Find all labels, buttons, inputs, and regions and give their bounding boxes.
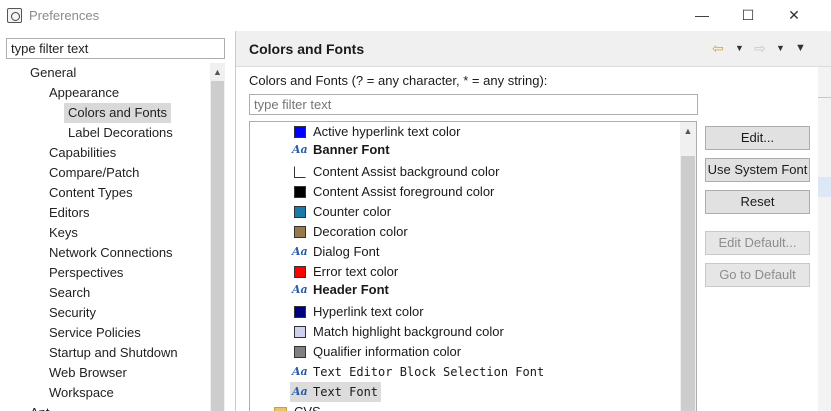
- forward-history-dropdown-icon[interactable]: ▼: [776, 40, 785, 56]
- colors-fonts-filter-input[interactable]: [249, 94, 698, 115]
- color-swatch-icon: [294, 126, 306, 138]
- list-item-label: CVS: [294, 402, 321, 411]
- use-system-font-button[interactable]: Use System Font: [705, 158, 810, 182]
- font-icon: Aa: [292, 245, 308, 258]
- list-item-label: Active hyperlink text color: [313, 124, 461, 139]
- list-item[interactable]: Error text color: [250, 262, 680, 282]
- edit-default-button[interactable]: Edit Default...: [705, 231, 810, 255]
- background-window-edge: [818, 67, 831, 411]
- tree-item-general[interactable]: General: [30, 63, 76, 83]
- page-header: Colors and Fonts ⇦ ▼ ⇨ ▼ ▼: [236, 31, 831, 67]
- go-to-default-button[interactable]: Go to Default: [705, 263, 810, 287]
- back-history-dropdown-icon[interactable]: ▼: [735, 40, 744, 56]
- list-item-label: Counter color: [313, 204, 392, 219]
- color-swatch-icon: [294, 326, 306, 338]
- color-swatch-icon: [294, 226, 306, 238]
- tree-item-security[interactable]: Security: [49, 303, 96, 323]
- list-item[interactable]: Aa Banner Font: [250, 140, 680, 160]
- list-scrollbar[interactable]: ▲: [680, 122, 696, 411]
- color-swatch-icon: [294, 346, 306, 358]
- list-item-label: Content Assist background color: [313, 164, 500, 179]
- sidebar-scroll-thumb[interactable]: [211, 81, 224, 411]
- list-item-label: Match highlight background color: [313, 324, 504, 339]
- font-icon: Aa: [292, 143, 308, 156]
- list-item-label: Decoration color: [313, 224, 408, 239]
- tree-item-label-decorations[interactable]: Label Decorations: [68, 123, 173, 143]
- list-item[interactable]: Aa Dialog Font: [250, 242, 680, 262]
- list-item-label: Qualifier information color: [313, 344, 462, 359]
- sidebar-scrollbar[interactable]: ▲: [210, 63, 225, 411]
- scroll-up-arrow-icon[interactable]: ▲: [680, 124, 696, 138]
- color-swatch-icon: [294, 306, 306, 318]
- window-title: Preferences: [29, 8, 100, 23]
- list-item[interactable]: Aa Header Font: [250, 280, 680, 300]
- list-item-label: Hyperlink text color: [313, 304, 424, 319]
- list-item[interactable]: CVS: [250, 402, 680, 411]
- page-title: Colors and Fonts: [249, 41, 365, 57]
- list-item[interactable]: Counter color: [250, 202, 680, 222]
- sidebar-filter-input[interactable]: type filter text: [6, 38, 225, 59]
- reset-button[interactable]: Reset: [705, 190, 810, 214]
- list-item[interactable]: Aa Text Editor Block Selection Font: [250, 362, 680, 382]
- list-item[interactable]: Decoration color: [250, 222, 680, 242]
- tree-item-perspectives[interactable]: Perspectives: [49, 263, 123, 283]
- tree-item-network-connections[interactable]: Network Connections: [49, 243, 173, 263]
- colors-fonts-tree: Active hyperlink text color Aa Banner Fo…: [249, 121, 697, 411]
- forward-arrow-icon[interactable]: ⇨: [754, 40, 766, 56]
- tree-item-startup-and-shutdown[interactable]: Startup and Shutdown: [49, 343, 178, 363]
- tree-item-compare-patch[interactable]: Compare/Patch: [49, 163, 139, 183]
- list-item-label: Banner Font: [313, 142, 390, 157]
- preference-tree: General Appearance Colors and Fonts Labe…: [0, 63, 210, 411]
- tree-item-content-types[interactable]: Content Types: [49, 183, 133, 203]
- color-swatch-icon: [294, 186, 306, 198]
- list-item-label: Content Assist foreground color: [313, 184, 495, 199]
- close-button[interactable]: ✕: [779, 4, 809, 26]
- font-icon: Aa: [292, 385, 308, 398]
- title-bar: Preferences — ☐ ✕: [0, 0, 831, 31]
- font-icon: Aa: [292, 283, 308, 296]
- edge-line: [818, 97, 831, 98]
- eclipse-app-icon: [7, 8, 22, 23]
- list-item[interactable]: Qualifier information color: [250, 342, 680, 362]
- list-item-label: Error text color: [313, 264, 399, 279]
- tree-item-web-browser[interactable]: Web Browser: [49, 363, 127, 383]
- filter-description: Colors and Fonts (? = any character, * =…: [249, 73, 548, 88]
- tree-item-search[interactable]: Search: [49, 283, 90, 303]
- color-swatch-icon: [294, 166, 306, 178]
- maximize-button[interactable]: ☐: [733, 4, 763, 26]
- view-menu-dropdown-icon[interactable]: ▼: [795, 40, 806, 56]
- tree-item-service-policies[interactable]: Service Policies: [49, 323, 141, 343]
- list-item[interactable]: Hyperlink text color: [250, 302, 680, 322]
- color-swatch-icon: [294, 206, 306, 218]
- preferences-window: Preferences — ☐ ✕ type filter text Gener…: [0, 0, 831, 411]
- back-arrow-icon[interactable]: ⇦: [712, 40, 724, 56]
- tree-item-workspace[interactable]: Workspace: [49, 383, 114, 403]
- edit-button[interactable]: Edit...: [705, 126, 810, 150]
- list-item[interactable]: Content Assist foreground color: [250, 182, 680, 202]
- list-item-label: Dialog Font: [313, 244, 380, 259]
- tree-item-appearance[interactable]: Appearance: [49, 83, 119, 103]
- tree-item-keys[interactable]: Keys: [49, 223, 78, 243]
- font-icon: Aa: [292, 365, 308, 378]
- list-item-label: Header Font: [313, 282, 389, 297]
- color-swatch-icon: [294, 266, 306, 278]
- panel-divider: [235, 31, 236, 411]
- list-item[interactable]: Match highlight background color: [250, 322, 680, 342]
- list-item-selected[interactable]: Aa Text Font: [250, 382, 680, 402]
- list-scroll-thumb[interactable]: [681, 156, 695, 411]
- scroll-up-arrow-icon[interactable]: ▲: [210, 65, 225, 79]
- tree-item-ant[interactable]: Ant: [30, 403, 50, 411]
- list-item-label: Text Editor Block Selection Font: [313, 365, 545, 379]
- tree-item-capabilities[interactable]: Capabilities: [49, 143, 116, 163]
- list-item[interactable]: Content Assist background color: [250, 162, 680, 182]
- tree-item-colors-and-fonts[interactable]: Colors and Fonts: [64, 103, 171, 123]
- edge-highlight: [818, 177, 831, 197]
- minimize-button[interactable]: —: [687, 4, 717, 26]
- folder-icon: [274, 407, 287, 411]
- list-item[interactable]: Active hyperlink text color: [250, 122, 680, 142]
- list-item-label: Text Font: [313, 385, 379, 399]
- tree-item-editors[interactable]: Editors: [49, 203, 89, 223]
